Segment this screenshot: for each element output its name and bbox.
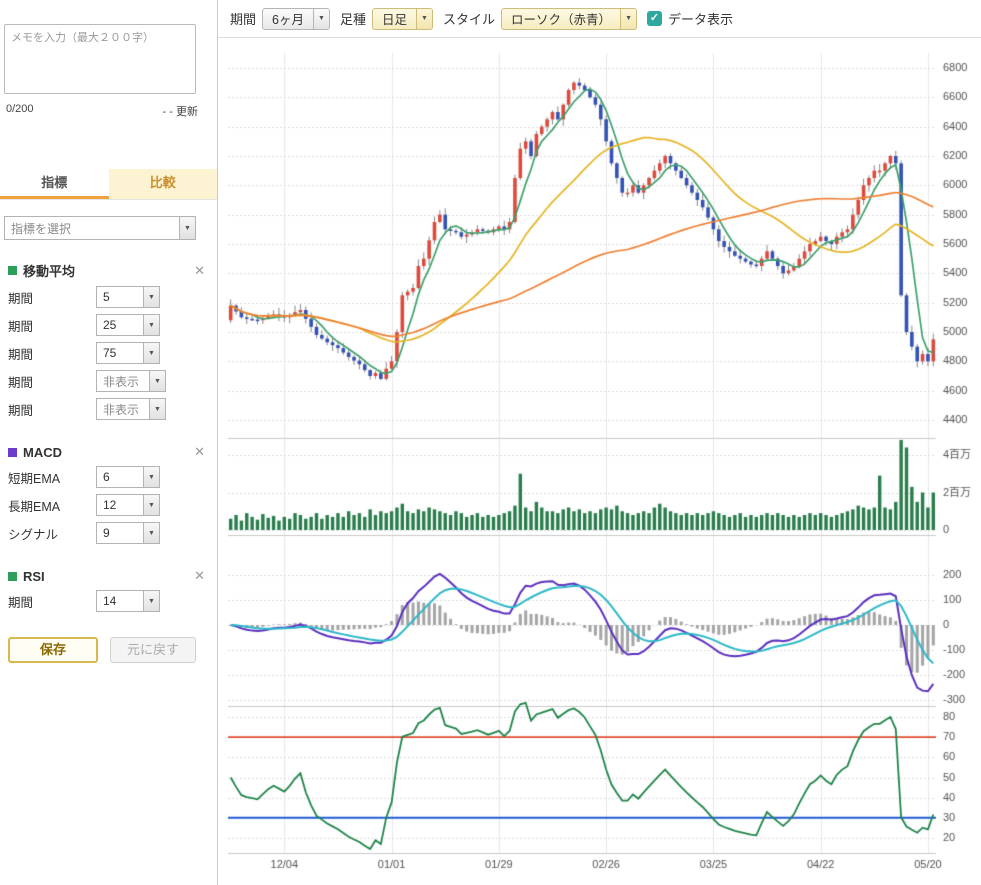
ma-period-1-select[interactable]: 5 ▼ bbox=[96, 286, 160, 308]
chevron-down-icon: ▼ bbox=[313, 9, 329, 29]
ma-period-2-row: 期間 25 ▼ bbox=[0, 311, 217, 339]
chevron-down-icon: ▼ bbox=[416, 9, 432, 29]
ma-period-4-select[interactable]: 非表示 ▼ bbox=[96, 370, 166, 392]
row-label: 期間 bbox=[8, 288, 96, 307]
chart-toolbar: 期間 6ヶ月 ▼ 足種 日足 ▼ スタイル ローソク（赤青） ▼ bbox=[218, 0, 981, 38]
chart-panel bbox=[218, 38, 981, 885]
select-value: 非表示 bbox=[97, 401, 139, 418]
chevron-down-icon: ▼ bbox=[143, 315, 159, 335]
period-value: 6ヶ月 bbox=[263, 9, 313, 29]
chart-canvas[interactable] bbox=[218, 38, 981, 885]
chevron-down-icon: ▼ bbox=[143, 591, 159, 611]
memo-counter: 0/200 bbox=[6, 103, 34, 119]
macd-color-swatch bbox=[8, 448, 17, 457]
bar-type-dropdown[interactable]: 日足 ▼ bbox=[372, 8, 433, 30]
sidebar-tabs: 指標 比較 bbox=[0, 169, 217, 200]
ma-close-icon[interactable]: ✕ bbox=[192, 263, 207, 279]
row-label: 期間 bbox=[8, 592, 96, 611]
macd-close-icon[interactable]: ✕ bbox=[192, 444, 207, 460]
ma-color-swatch bbox=[8, 266, 17, 275]
row-label: 短期EMA bbox=[8, 468, 96, 487]
style-value: ローソク（赤青） bbox=[502, 9, 620, 29]
stock-chart-app: 0/200 - - 更新 指標 比較 指標を選択 ▼ 移動平均 ✕ 期間 5 ▼ bbox=[0, 0, 981, 885]
tab-indicators[interactable]: 指標 bbox=[0, 169, 109, 199]
data-display-checkbox[interactable]: ✓ bbox=[647, 11, 662, 26]
rsi-color-swatch bbox=[8, 572, 17, 581]
macd-short-ema-row: 短期EMA 6 ▼ bbox=[0, 463, 217, 491]
memo-box: 0/200 - - 更新 bbox=[4, 24, 211, 119]
rsi-period-select[interactable]: 14 ▼ bbox=[96, 590, 160, 612]
memo-update-label[interactable]: - - 更新 bbox=[163, 103, 198, 119]
select-value: 9 bbox=[97, 526, 110, 540]
ma-period-1-row: 期間 5 ▼ bbox=[0, 283, 217, 311]
macd-short-ema-select[interactable]: 6 ▼ bbox=[96, 466, 160, 488]
save-button[interactable]: 保存 bbox=[8, 637, 98, 663]
ma-period-4-row: 期間 非表示 ▼ bbox=[0, 367, 217, 395]
rsi-close-icon[interactable]: ✕ bbox=[192, 568, 207, 584]
indicator-select-value: 指標を選択 bbox=[5, 220, 71, 237]
select-value: 25 bbox=[97, 318, 116, 332]
macd-long-ema-select[interactable]: 12 ▼ bbox=[96, 494, 160, 516]
select-value: 12 bbox=[97, 498, 116, 512]
data-display-label: データ表示 bbox=[668, 9, 733, 28]
sidebar: 0/200 - - 更新 指標 比較 指標を選択 ▼ 移動平均 ✕ 期間 5 ▼ bbox=[0, 0, 218, 885]
row-label: 期間 bbox=[8, 316, 96, 335]
chevron-down-icon: ▼ bbox=[620, 9, 636, 29]
select-value: 6 bbox=[97, 470, 110, 484]
chevron-down-icon: ▼ bbox=[143, 523, 159, 543]
chevron-down-icon: ▼ bbox=[149, 399, 165, 419]
indicator-section-macd: MACD ✕ 短期EMA 6 ▼ 長期EMA 12 ▼ シグナル bbox=[0, 441, 217, 547]
period-label: 期間 bbox=[230, 9, 256, 28]
chevron-down-icon: ▼ bbox=[143, 495, 159, 515]
macd-signal-select[interactable]: 9 ▼ bbox=[96, 522, 160, 544]
rsi-section-title: RSI bbox=[23, 569, 192, 584]
bar-type-value: 日足 bbox=[373, 9, 416, 29]
check-icon: ✓ bbox=[650, 13, 659, 24]
row-label: 期間 bbox=[8, 344, 96, 363]
style-label: スタイル bbox=[443, 9, 495, 28]
rsi-period-row: 期間 14 ▼ bbox=[0, 587, 217, 615]
ma-period-5-row: 期間 非表示 ▼ bbox=[0, 395, 217, 423]
ma-period-2-select[interactable]: 25 ▼ bbox=[96, 314, 160, 336]
macd-section-title: MACD bbox=[23, 445, 192, 460]
indicator-section-ma: 移動平均 ✕ 期間 5 ▼ 期間 25 ▼ 期間 75 bbox=[0, 258, 217, 423]
ma-section-title: 移動平均 bbox=[23, 261, 192, 280]
ma-period-5-select[interactable]: 非表示 ▼ bbox=[96, 398, 166, 420]
ma-period-3-row: 期間 75 ▼ bbox=[0, 339, 217, 367]
row-label: シグナル bbox=[8, 524, 96, 543]
chevron-down-icon: ▼ bbox=[143, 287, 159, 307]
memo-input[interactable] bbox=[4, 24, 196, 94]
bar-type-label: 足種 bbox=[340, 9, 366, 28]
period-dropdown[interactable]: 6ヶ月 ▼ bbox=[262, 8, 330, 30]
style-dropdown[interactable]: ローソク（赤青） ▼ bbox=[501, 8, 637, 30]
tab-compare[interactable]: 比較 bbox=[109, 169, 218, 199]
select-value: 非表示 bbox=[97, 373, 139, 390]
chevron-down-icon: ▼ bbox=[143, 343, 159, 363]
row-label: 期間 bbox=[8, 372, 96, 391]
indicator-select[interactable]: 指標を選択 ▼ bbox=[4, 216, 196, 240]
select-value: 14 bbox=[97, 594, 116, 608]
chart-area: 期間 6ヶ月 ▼ 足種 日足 ▼ スタイル ローソク（赤青） ▼ bbox=[218, 0, 981, 885]
select-value: 5 bbox=[97, 290, 110, 304]
row-label: 長期EMA bbox=[8, 496, 96, 515]
select-value: 75 bbox=[97, 346, 116, 360]
reset-button[interactable]: 元に戻す bbox=[110, 637, 196, 663]
chevron-down-icon: ▼ bbox=[149, 371, 165, 391]
row-label: 期間 bbox=[8, 400, 96, 419]
chevron-down-icon: ▼ bbox=[143, 467, 159, 487]
macd-signal-row: シグナル 9 ▼ bbox=[0, 519, 217, 547]
ma-period-3-select[interactable]: 75 ▼ bbox=[96, 342, 160, 364]
macd-long-ema-row: 長期EMA 12 ▼ bbox=[0, 491, 217, 519]
chevron-down-icon: ▼ bbox=[179, 217, 195, 239]
sidebar-buttons: 保存 元に戻す bbox=[8, 637, 209, 663]
indicator-section-rsi: RSI ✕ 期間 14 ▼ bbox=[0, 565, 217, 615]
